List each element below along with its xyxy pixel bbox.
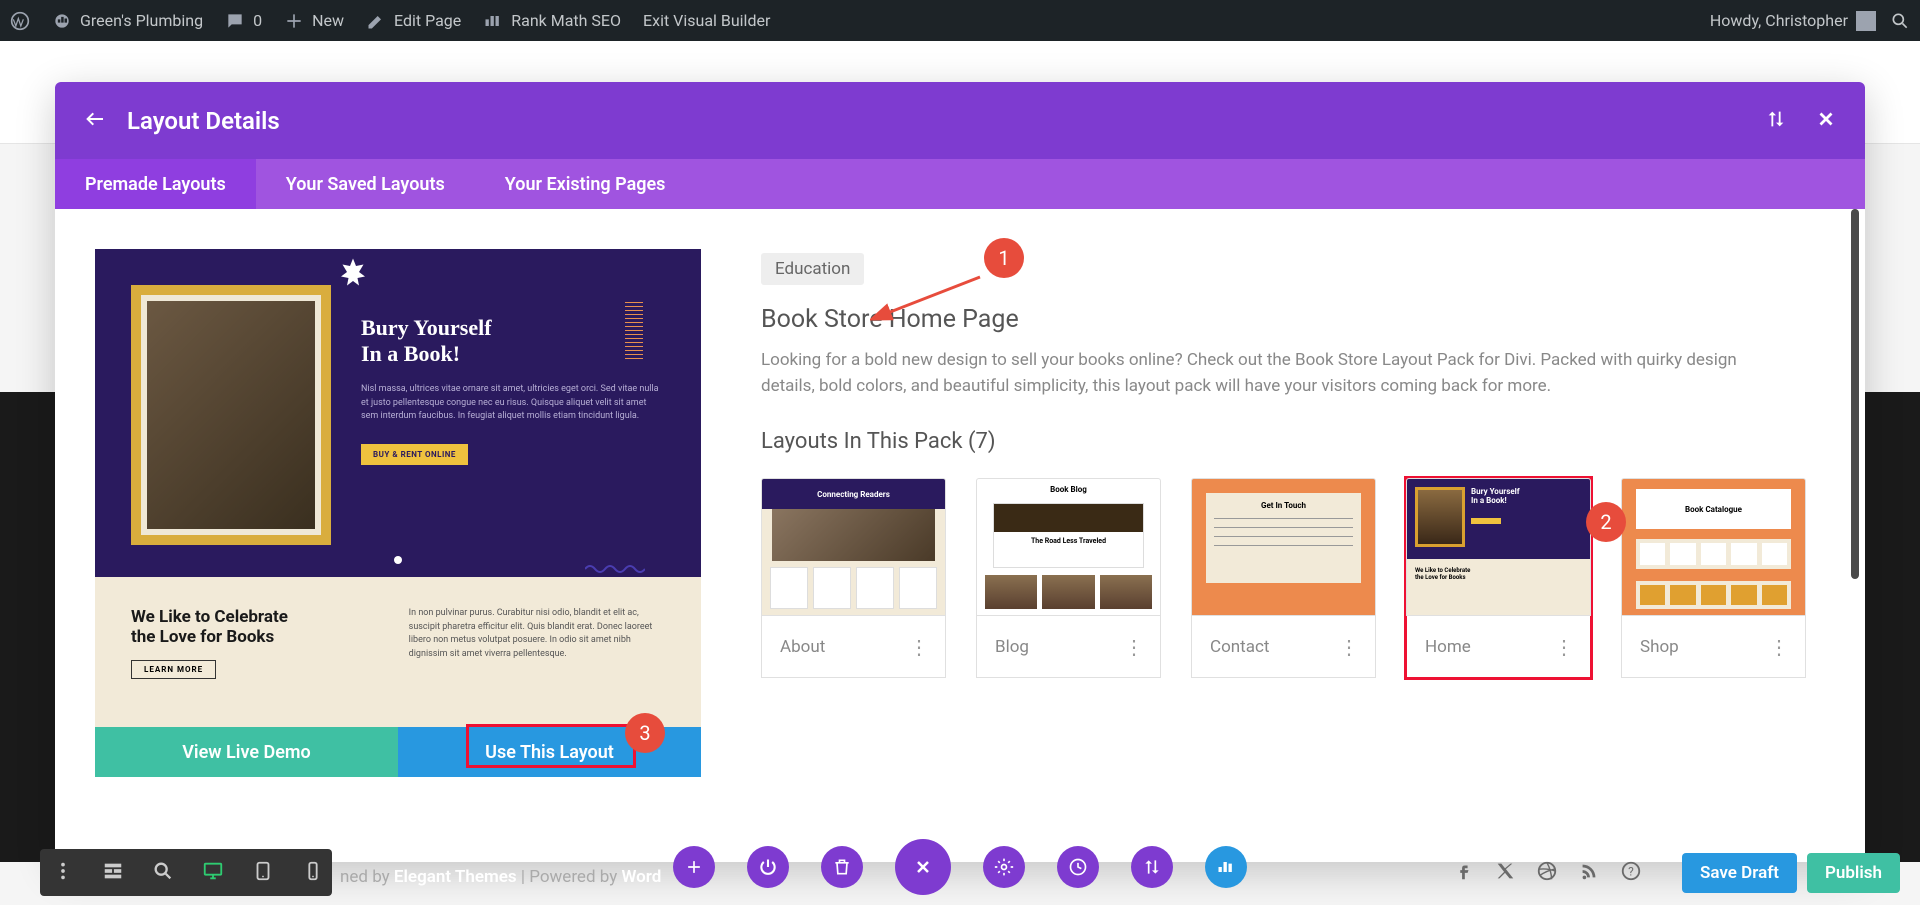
wave-decoration xyxy=(585,563,645,575)
zoom-icon[interactable] xyxy=(152,860,174,886)
builder-center-controls xyxy=(673,839,1247,895)
kebab-icon[interactable]: ⋮ xyxy=(1339,641,1357,653)
new-content-link[interactable]: New xyxy=(284,11,344,31)
exit-visual-builder-link[interactable]: Exit Visual Builder xyxy=(643,11,770,30)
close-builder-button[interactable] xyxy=(895,839,951,895)
wp-admin-bar: Green's Plumbing 0 New Edit Page Rank Ma… xyxy=(0,0,1920,41)
layouts-row: Connecting Readers About⋮ Book BlogThe R… xyxy=(761,478,1825,678)
layouts-pack-title: Layouts In This Pack (7) xyxy=(761,429,1825,454)
settings-button[interactable] xyxy=(983,846,1025,888)
layout-card-shop[interactable]: Book Catalogue Shop⋮ xyxy=(1621,478,1806,678)
add-button[interactable] xyxy=(673,846,715,888)
builder-toolbox xyxy=(40,849,332,896)
save-draft-button[interactable]: Save Draft xyxy=(1682,853,1797,893)
zigzag-decoration xyxy=(625,299,643,359)
annotation-3: 3 xyxy=(625,713,665,753)
layout-card-home[interactable]: Bury YourselfIn a Book!We Like to Celebr… xyxy=(1406,478,1591,678)
layout-preview: Bury Yourself In a Book! Nisl massa, ult… xyxy=(95,249,701,862)
modal-tabs: Premade Layouts Your Saved Layouts Your … xyxy=(55,159,1865,209)
tab-premade-layouts[interactable]: Premade Layouts xyxy=(55,159,256,209)
layout-modal: Layout Details Premade Layouts Your Save… xyxy=(55,82,1865,862)
publish-button[interactable]: Publish xyxy=(1807,853,1900,893)
annotation-arrow xyxy=(870,272,990,332)
x-twitter-icon[interactable] xyxy=(1494,860,1516,886)
swap-button[interactable] xyxy=(1131,846,1173,888)
avatar xyxy=(1856,11,1876,31)
annotation-2: 2 xyxy=(1586,502,1626,542)
power-button[interactable] xyxy=(747,846,789,888)
back-button[interactable] xyxy=(83,107,107,135)
modal-title: Layout Details xyxy=(127,107,280,135)
svg-text:?: ? xyxy=(1628,865,1634,879)
kebab-icon[interactable]: ⋮ xyxy=(1124,641,1142,653)
kebab-icon[interactable] xyxy=(52,860,74,886)
category-tag[interactable]: Education xyxy=(761,253,864,285)
howdy-user[interactable]: Howdy, Christopher xyxy=(1710,11,1876,31)
preview-book-image xyxy=(131,285,331,545)
kebab-icon[interactable]: ⋮ xyxy=(1769,641,1787,653)
social-icons: ? xyxy=(1452,860,1642,886)
view-live-demo-button[interactable]: View Live Demo xyxy=(95,727,398,777)
slider-dot xyxy=(394,556,402,564)
kebab-icon[interactable]: ⋮ xyxy=(909,641,927,653)
sort-icon[interactable] xyxy=(1765,108,1787,134)
layout-card-blog[interactable]: Book BlogThe Road Less Traveled Blog⋮ xyxy=(976,478,1161,678)
history-button[interactable] xyxy=(1057,846,1099,888)
dribbble-icon[interactable] xyxy=(1536,860,1558,886)
layout-card-contact[interactable]: Get In Touch Contact⋮ xyxy=(1191,478,1376,678)
desktop-icon[interactable] xyxy=(202,860,224,886)
preview-hero: Bury Yourself In a Book! Nisl massa, ult… xyxy=(95,249,701,577)
facebook-icon[interactable] xyxy=(1452,860,1474,886)
layout-card-about[interactable]: Connecting Readers About⋮ xyxy=(761,478,946,678)
modal-header: Layout Details xyxy=(55,82,1865,159)
site-name-link[interactable]: Green's Plumbing xyxy=(52,11,203,31)
rank-math-link[interactable]: Rank Math SEO xyxy=(483,11,621,31)
star-icon xyxy=(335,257,371,293)
kebab-icon[interactable]: ⋮ xyxy=(1554,641,1572,653)
preview-bottom: We Like to Celebrate the Love for Books … xyxy=(95,577,701,727)
layout-details: Education Book Store Home Page Looking f… xyxy=(761,249,1825,862)
comments-link[interactable]: 0 xyxy=(225,11,262,31)
layout-description: Looking for a bold new design to sell yo… xyxy=(761,348,1791,399)
tab-saved-layouts[interactable]: Your Saved Layouts xyxy=(256,159,475,209)
phone-icon[interactable] xyxy=(302,860,324,886)
tablet-icon[interactable] xyxy=(252,860,274,886)
delete-button[interactable] xyxy=(821,846,863,888)
rss-icon[interactable] xyxy=(1578,860,1600,886)
tab-existing-pages[interactable]: Your Existing Pages xyxy=(475,159,696,209)
scrollbar[interactable] xyxy=(1851,209,1859,579)
close-icon[interactable] xyxy=(1815,108,1837,134)
wireframe-icon[interactable] xyxy=(102,860,124,886)
edit-page-link[interactable]: Edit Page xyxy=(366,11,461,31)
footer-text: ned by Elegant Themes | Powered by Word xyxy=(340,867,661,887)
stats-button[interactable] xyxy=(1205,846,1247,888)
wp-logo[interactable] xyxy=(10,11,30,31)
annotation-1: 1 xyxy=(984,238,1024,278)
search-icon[interactable] xyxy=(1890,11,1910,31)
builder-right-controls: ? Save Draft Publish xyxy=(1452,853,1900,893)
help-icon[interactable]: ? xyxy=(1620,860,1642,886)
